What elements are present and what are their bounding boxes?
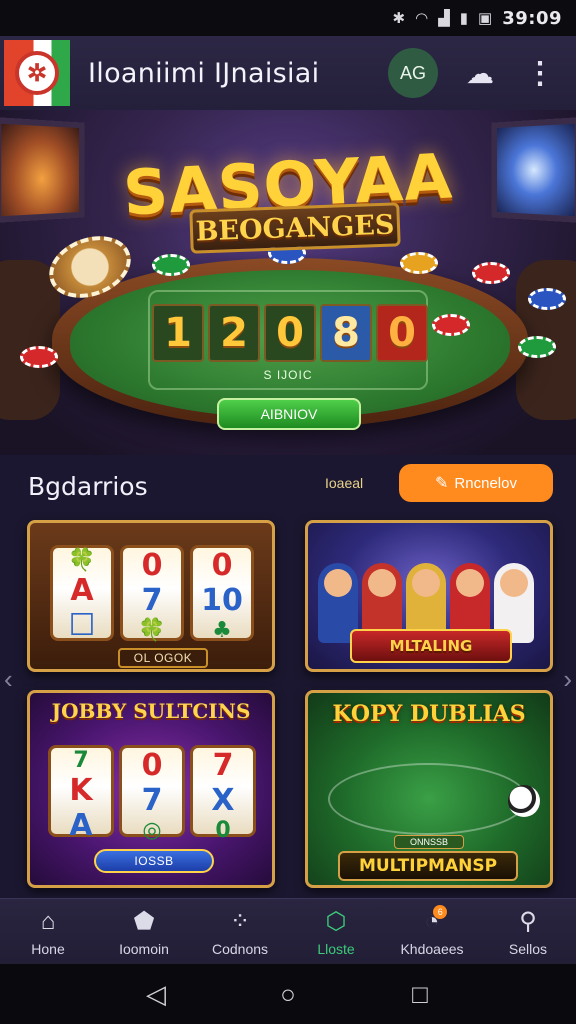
counter-digit: 0 xyxy=(264,304,316,362)
pentagon-icon: ⬟ xyxy=(133,908,155,935)
home-icon: ⌂ xyxy=(40,907,56,935)
game-card-jobby[interactable]: JOBBY SULTCINS 7 K A 0 7 ◎ 7 X 0 IOSSB xyxy=(27,690,275,888)
chevron-right-icon[interactable]: › xyxy=(563,664,572,695)
section-button-label: Rncnelov xyxy=(454,474,517,492)
pencil-icon: ✎ xyxy=(435,475,449,492)
app-bar: ✲ Iloaniimi IJnaisiai AG ☁ ⋮ xyxy=(0,36,576,110)
dots-circle-icon: ⁘ xyxy=(229,908,251,935)
section-action-button[interactable]: ✎ Rncnelov xyxy=(399,464,553,502)
table-caption: S IJOIC xyxy=(263,368,313,382)
counter-digit: 2 xyxy=(208,304,260,362)
nav-item-sellos[interactable]: ⚲ Sellos xyxy=(482,907,574,957)
chip-icon xyxy=(528,288,566,310)
card-banner: MLTALING xyxy=(350,629,512,663)
card-banner: MULTIPMANSP xyxy=(338,851,518,881)
nav-label: Codnons xyxy=(211,940,269,957)
counter-digit: 8 xyxy=(320,304,372,362)
nav-label: Hone xyxy=(31,940,65,957)
vibrate-icon: ▣ xyxy=(478,10,493,27)
app-title: Iloaniimi IJnaisiai xyxy=(88,57,320,89)
counter-digit: 1 xyxy=(152,304,204,362)
person-icon: ⚲ xyxy=(519,908,537,935)
chip-icon xyxy=(518,336,556,358)
chip-icon xyxy=(20,346,58,368)
card-caption: OL OGOK xyxy=(118,648,208,668)
soccer-field xyxy=(328,763,528,835)
card-title: KOPY DUBLIAS xyxy=(332,701,526,727)
hero-play-button[interactable]: AIBNIOV xyxy=(217,398,361,430)
avatar[interactable]: AG xyxy=(388,48,438,98)
bottom-nav: ⌂ Hone ⬟ Ioomoin ⁘ Codnons ⬡ Lloste ◔ 6 K… xyxy=(0,898,576,964)
nav-label: Sellos xyxy=(508,940,548,957)
card-badge: ONNSSB xyxy=(394,835,464,849)
chip-icon xyxy=(472,262,510,284)
nav-item-ioomoin[interactable]: ⬟ Ioomoin xyxy=(98,907,190,957)
nav-item-codnons[interactable]: ⁘ Codnons xyxy=(194,907,286,957)
slot-reels: 7 K A 0 7 ◎ 7 X 0 xyxy=(48,745,256,843)
wifi-icon: ◠ xyxy=(415,10,429,27)
hero-banner[interactable]: SASOYAA BEOGANGES 1 2 0 8 0 S IJOIC AIBN… xyxy=(0,110,576,455)
slot-reel: 0 10 ♣ xyxy=(190,545,254,643)
slot-reels: 🍀 A ☐ 0 7 🍀 0 10 ♣ xyxy=(50,545,254,643)
status-bar: ✱ ◠ ▟ ▮ ▣ 39:09 xyxy=(0,0,576,36)
counter-digit: 0 xyxy=(376,304,428,362)
card-play-button[interactable]: IOSSB xyxy=(94,849,214,873)
chip-icon xyxy=(432,314,470,336)
section-link[interactable]: Ioaeal xyxy=(325,475,363,491)
status-clock: 39:09 xyxy=(502,7,562,29)
chevron-left-icon[interactable]: ‹ xyxy=(4,664,13,695)
settings-cloud-icon[interactable]: ☁ xyxy=(460,53,500,93)
home-circle-icon[interactable]: ○ xyxy=(268,979,308,1010)
slot-reel: 0 7 🍀 xyxy=(120,545,184,643)
more-vertical-icon[interactable]: ⋮ xyxy=(525,53,555,93)
hexagon-icon: ⬡ xyxy=(325,908,347,935)
nav-label: Khdoaees xyxy=(400,940,464,957)
card-title: JOBBY SULTCINS xyxy=(51,699,251,723)
digit-counter: 1 2 0 8 0 xyxy=(152,304,428,362)
nav-label: Ioomoin xyxy=(119,940,169,957)
slot-reel: 🍀 A ☐ xyxy=(50,545,114,643)
soccer-ball-icon xyxy=(508,785,540,817)
nav-item-lloste[interactable]: ⬡ Lloste xyxy=(290,907,382,957)
bluetooth-icon: ✱ xyxy=(392,10,406,27)
roulette-icon: ✲ xyxy=(15,51,59,95)
slot-reel: 0 7 ◎ xyxy=(119,745,185,843)
recents-icon[interactable]: □ xyxy=(400,979,440,1010)
clock-badge-icon: ◔ 6 xyxy=(425,904,448,937)
slot-reel: 7 X 0 xyxy=(190,745,256,843)
system-nav: ◁ ○ □ xyxy=(0,964,576,1024)
section-title: Bgdarrios xyxy=(28,472,148,501)
signal-icon: ▟ xyxy=(438,10,450,27)
game-card-slots[interactable]: 🍀 A ☐ 0 7 🍀 0 10 ♣ OL OGOK xyxy=(27,520,275,672)
hero-subtitle: BEOGANGES xyxy=(189,202,401,254)
game-card-multiplayer[interactable]: MLTALING xyxy=(305,520,553,672)
chip-icon xyxy=(400,252,438,274)
app-logo[interactable]: ✲ xyxy=(4,40,70,106)
back-icon[interactable]: ◁ xyxy=(136,979,176,1010)
nav-item-home[interactable]: ⌂ Hone xyxy=(2,907,94,957)
nav-badge: 6 xyxy=(433,904,448,919)
battery-icon: ▮ xyxy=(459,10,469,27)
nav-label: Lloste xyxy=(317,940,355,957)
nav-item-khdoaees[interactable]: ◔ 6 Khdoaees xyxy=(386,904,478,957)
game-card-kopy[interactable]: KOPY DUBLIAS ONNSSB MULTIPMANSP xyxy=(305,690,553,888)
chip-icon xyxy=(152,254,190,276)
slot-reel: 7 K A xyxy=(48,745,114,843)
